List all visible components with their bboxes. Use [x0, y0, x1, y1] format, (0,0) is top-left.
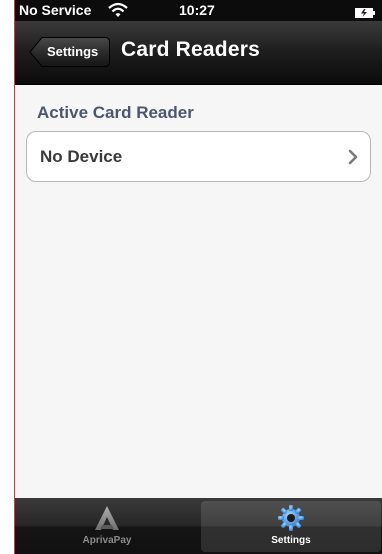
- status-time: 10:27: [179, 2, 215, 18]
- page-title: Card Readers: [121, 38, 260, 61]
- navigation-bar: Settings Card Readers: [15, 21, 382, 85]
- carrier-label: No Service: [19, 2, 92, 18]
- device-row[interactable]: No Device: [26, 131, 371, 182]
- back-button[interactable]: Settings: [29, 36, 111, 68]
- device-screen: No Service 10:27 Settings Card Readers A…: [14, 0, 382, 554]
- section-header: Active Card Reader: [37, 103, 194, 122]
- tab-aprivapay-label: AprivaPay: [82, 535, 132, 546]
- tab-aprivapay[interactable]: AprivaPay: [17, 501, 197, 552]
- chevron-right-icon: [348, 149, 358, 165]
- tab-settings[interactable]: Settings: [201, 501, 381, 552]
- device-row-label: No Device: [40, 147, 123, 166]
- status-bar: No Service 10:27: [15, 0, 382, 21]
- apriva-logo-icon: [93, 504, 121, 532]
- tab-settings-label: Settings: [271, 535, 311, 546]
- gear-icon: [277, 504, 305, 532]
- tab-bar: AprivaPay Settings: [15, 498, 382, 554]
- battery-charging-icon: [355, 5, 375, 18]
- back-button-label: Settings: [47, 44, 99, 59]
- wifi-icon: [107, 1, 129, 19]
